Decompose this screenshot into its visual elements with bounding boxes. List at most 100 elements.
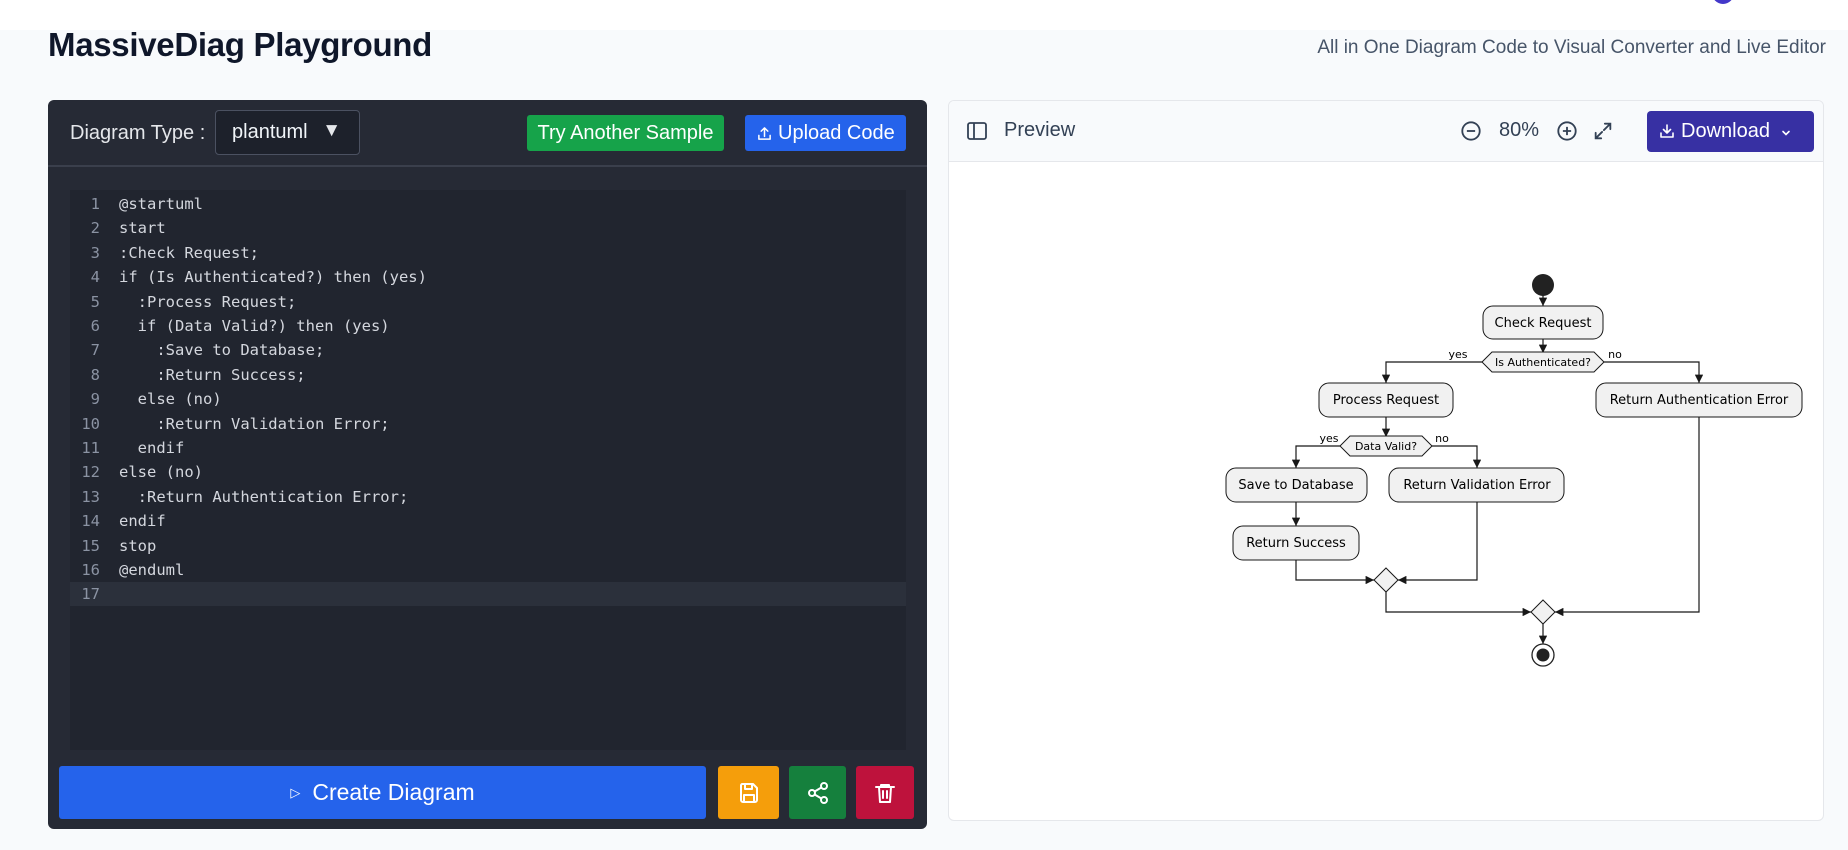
code-line[interactable]: 2 start xyxy=(70,216,906,240)
sidebar-toggle-icon[interactable] xyxy=(965,119,989,143)
editor-toolbar: Diagram Type : plantuml ▼ Try Another Sa… xyxy=(48,100,927,167)
stop-node-inner xyxy=(1536,648,1550,662)
trash-icon xyxy=(875,783,895,803)
code-line[interactable]: 4 if (Is Authenticated?) then (yes) xyxy=(70,265,906,289)
code-line[interactable]: 11 endif xyxy=(70,436,906,460)
code-text: else (no) xyxy=(119,463,203,482)
line-number: 15 xyxy=(81,536,100,555)
code-text: :Return Validation Error; xyxy=(119,414,390,433)
diagram-type-select[interactable]: plantuml ▼ xyxy=(215,110,360,155)
code-text: :Process Request; xyxy=(119,292,297,311)
code-text: endif xyxy=(119,512,166,531)
code-line[interactable]: 14 endif xyxy=(70,509,906,533)
process-request-text: Process Request xyxy=(1333,393,1439,408)
play-icon: ▷ xyxy=(290,785,301,800)
code-line[interactable]: 7 :Save to Database; xyxy=(70,338,906,362)
save-to-database-text: Save to Database xyxy=(1238,478,1353,493)
line-number: 8 xyxy=(90,365,100,384)
line-number: 3 xyxy=(90,243,100,262)
no-label-1: no xyxy=(1608,348,1622,361)
line-number: 1 xyxy=(90,195,100,213)
preview-toolbar: Preview 80% Download xyxy=(949,101,1823,162)
code-text: endif xyxy=(119,439,185,457)
code-line[interactable]: 8 :Return Success; xyxy=(70,363,906,387)
code-editor[interactable]: 1 @startuml 2 start 3 :Check Request; 4 if (Is … xyxy=(70,190,906,750)
upload-icon xyxy=(758,127,771,140)
code-line[interactable]: 3 :Check Request; xyxy=(70,241,906,265)
try-another-sample-button[interactable]: Try Another Sample xyxy=(527,115,724,151)
return-success-text: Return Success xyxy=(1246,536,1346,551)
code-line[interactable]: 6 if (Data Valid?) then (yes) xyxy=(70,314,906,338)
code-text: :Return Success; xyxy=(119,365,306,384)
code-text: if (Data Valid?) then (yes) xyxy=(119,317,390,335)
zoom-level: 80% xyxy=(1499,119,1540,141)
code-text: if (Is Authenticated?) then (yes) xyxy=(119,268,427,287)
save-button[interactable] xyxy=(718,766,779,819)
line-number: 11 xyxy=(81,439,100,457)
check-request-text: Check Request xyxy=(1495,316,1592,331)
merge-node-2 xyxy=(1530,599,1556,625)
yes-label-2: yes xyxy=(1319,432,1338,445)
caret-down-icon: ▼ xyxy=(322,120,341,141)
line-number: 16 xyxy=(81,561,100,579)
start-node xyxy=(1532,274,1554,296)
code-line[interactable]: 13 :Return Authentication Error; xyxy=(70,485,906,509)
download-button[interactable]: Download xyxy=(1647,111,1814,152)
return-auth-error-text: Return Authentication Error xyxy=(1610,393,1789,408)
chevron-down-icon xyxy=(1782,130,1790,136)
upload-code-label: Upload Code xyxy=(778,122,895,144)
code-text: start xyxy=(119,219,166,238)
delete-button[interactable] xyxy=(856,766,914,819)
page-title: MassiveDiag Playground xyxy=(48,26,433,63)
line-number: 2 xyxy=(90,219,100,238)
merge-node-1 xyxy=(1373,567,1399,593)
code-line[interactable]: 12 else (no) xyxy=(70,460,906,484)
line-number: 17 xyxy=(81,585,100,604)
code-text: :Save to Database; xyxy=(119,341,325,360)
yes-label-1: yes xyxy=(1448,348,1467,361)
line-number: 5 xyxy=(90,292,100,311)
line-number: 6 xyxy=(90,317,100,335)
download-icon xyxy=(1660,124,1674,138)
line-number: 10 xyxy=(81,414,100,433)
editor-panel: Diagram Type : plantuml ▼ Try Another Sa… xyxy=(48,100,927,829)
code-text: :Check Request; xyxy=(119,243,259,262)
preview-label: Preview xyxy=(1004,119,1076,141)
zoom-out-icon[interactable] xyxy=(1460,120,1482,142)
data-valid-text: Data Valid? xyxy=(1355,440,1417,453)
code-text: else (no) xyxy=(119,390,222,409)
fullscreen-icon[interactable] xyxy=(1592,120,1614,142)
code-line[interactable]: 1 @startuml xyxy=(70,192,906,216)
create-diagram-button[interactable]: ▷ Create Diagram xyxy=(59,766,706,819)
line-number: 7 xyxy=(90,341,100,360)
code-line[interactable]: 16 @enduml xyxy=(70,558,906,582)
create-diagram-label: Create Diagram xyxy=(312,779,475,805)
diagram-canvas: Check Request Is Authenticated? yes no P… xyxy=(1225,274,1803,667)
code-line[interactable]: 10 :Return Validation Error; xyxy=(70,412,906,436)
preview-panel: Preview 80% Download Check Request Is Au… xyxy=(948,100,1824,821)
line-number: 13 xyxy=(81,487,100,506)
zoom-in-icon[interactable] xyxy=(1556,120,1578,142)
code-text: @startuml xyxy=(119,195,203,213)
upload-code-button[interactable]: Upload Code xyxy=(745,115,906,151)
share-button[interactable] xyxy=(789,766,846,819)
diagram-type-label: Diagram Type : xyxy=(70,122,206,144)
no-label-2: no xyxy=(1435,432,1449,445)
line-number: 9 xyxy=(90,390,100,409)
save-icon xyxy=(739,782,758,803)
code-line[interactable]: 5 :Process Request; xyxy=(70,290,906,314)
diagram-type-value: plantuml xyxy=(232,121,308,143)
return-validation-error-text: Return Validation Error xyxy=(1403,478,1551,493)
is-authenticated-text: Is Authenticated? xyxy=(1495,356,1591,369)
page-subtitle: All in One Diagram Code to Visual Conver… xyxy=(1317,37,1826,58)
line-number: 14 xyxy=(81,512,100,531)
code-line[interactable]: 17 xyxy=(70,582,906,607)
avatar[interactable] xyxy=(1712,0,1734,4)
code-line[interactable]: 9 else (no) xyxy=(70,387,906,411)
share-icon xyxy=(807,781,828,804)
code-line[interactable]: 15 stop xyxy=(70,534,906,558)
download-label: Download xyxy=(1681,120,1770,142)
code-text: @enduml xyxy=(119,561,185,579)
line-number: 4 xyxy=(90,268,100,287)
line-number: 12 xyxy=(81,463,100,482)
